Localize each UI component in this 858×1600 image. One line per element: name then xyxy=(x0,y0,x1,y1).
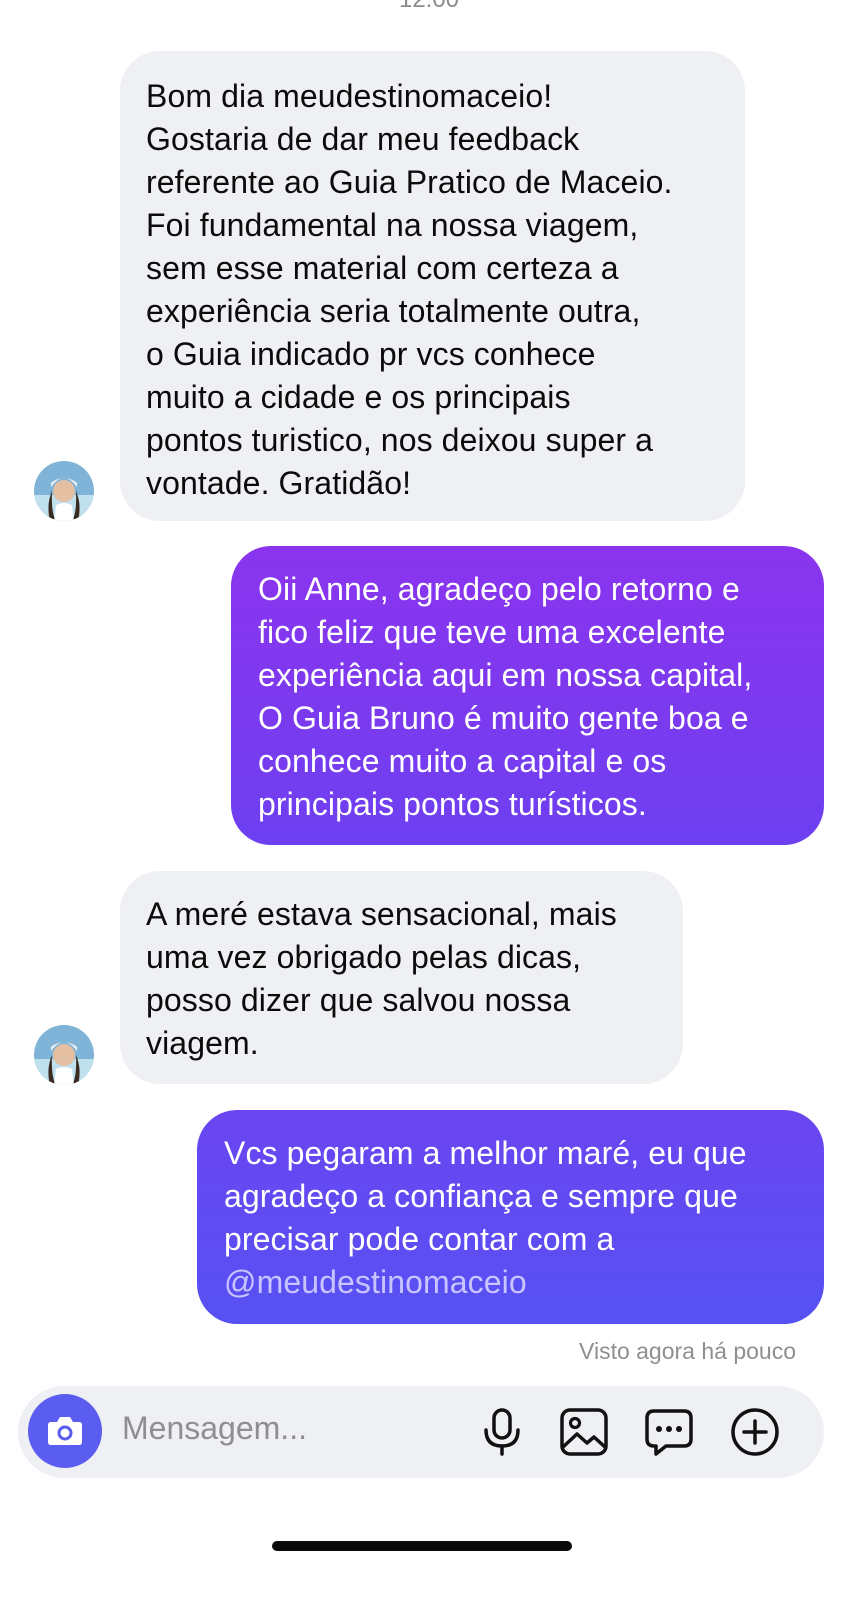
mention-link[interactable]: @meudestinomaceio xyxy=(224,1264,527,1300)
plus-circle-icon xyxy=(731,1408,779,1456)
camera-button[interactable] xyxy=(28,1394,102,1468)
message-composer: Mensagem... xyxy=(18,1386,824,1478)
camera-icon xyxy=(48,1417,82,1445)
add-button[interactable] xyxy=(729,1406,781,1458)
message-outgoing: Vcs pegaram a melhor maré, eu que agrade… xyxy=(0,0,858,1330)
home-indicator[interactable] xyxy=(272,1541,572,1551)
message-input[interactable]: Mensagem... xyxy=(122,1410,307,1447)
image-icon xyxy=(560,1408,608,1456)
message-text: Vcs pegaram a melhor maré, eu que agrade… xyxy=(224,1135,747,1257)
sticker-button[interactable] xyxy=(643,1406,695,1458)
message-bubble[interactable]: Vcs pegaram a melhor maré, eu que agrade… xyxy=(197,1110,824,1324)
gallery-button[interactable] xyxy=(558,1406,610,1458)
microphone-button[interactable] xyxy=(476,1406,528,1458)
seen-status: Visto agora há pouco xyxy=(579,1338,796,1364)
microphone-icon xyxy=(484,1408,520,1456)
sticker-chat-icon xyxy=(645,1409,693,1456)
